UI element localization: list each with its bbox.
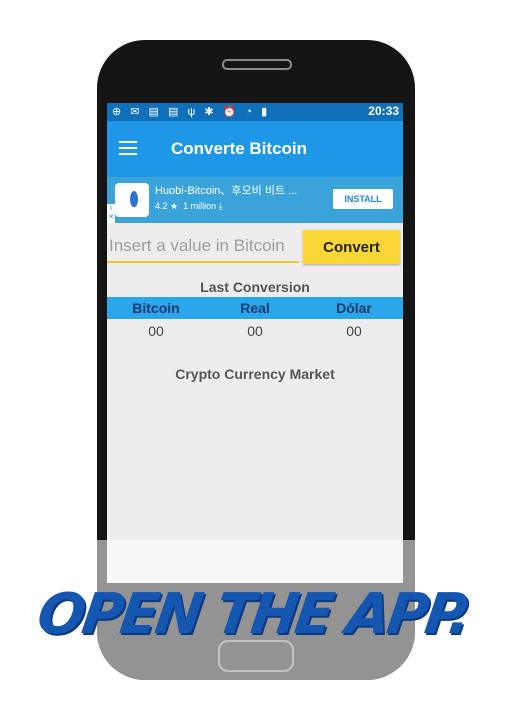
market-title: Crypto Currency Market bbox=[175, 366, 335, 382]
app-screen: ⊕ ✉ ▤ ▤ ψ ✱ ⏰ ◔ ▮ 20:33 Converte Bitcoin… bbox=[107, 103, 403, 583]
status-bar: ⊕ ✉ ▤ ▤ ψ ✱ ⏰ ◔ ▮ 20:33 bbox=[107, 103, 403, 121]
header-real: Real bbox=[240, 300, 270, 316]
phone-speaker bbox=[222, 59, 292, 70]
open-app-banner: OPEN THE APP. bbox=[33, 582, 472, 647]
convert-button[interactable]: Convert bbox=[303, 230, 400, 264]
install-button[interactable]: INSTALL bbox=[333, 189, 393, 209]
ad-downloads: 1 million bbox=[183, 201, 217, 211]
last-conversion-title: Last Conversion bbox=[200, 279, 310, 295]
header-bitcoin: Bitcoin bbox=[132, 300, 180, 316]
conversion-table-header: Bitcoin Real Dólar bbox=[107, 297, 403, 319]
huobi-logo-icon bbox=[115, 183, 149, 217]
value-bitcoin: 00 bbox=[148, 323, 164, 339]
status-time: 20:33 bbox=[368, 104, 399, 118]
value-real: 00 bbox=[247, 323, 263, 339]
app-bar: Converte Bitcoin bbox=[107, 121, 403, 177]
download-icon: ⤓ bbox=[218, 201, 223, 211]
hamburger-menu-icon[interactable] bbox=[119, 141, 137, 155]
status-icons: ⊕ ✉ ▤ ▤ ψ ✱ ⏰ ◔ ▮ bbox=[112, 106, 271, 118]
app-title: Converte Bitcoin bbox=[171, 139, 308, 158]
ad-banner[interactable]: i ✕ Huobi-Bitcoin、후오비 비트 ... 4.2 ★ 1 mill… bbox=[107, 177, 403, 223]
ad-info-icon[interactable]: i ✕ bbox=[107, 204, 115, 223]
value-dolar: 00 bbox=[346, 323, 362, 339]
ad-meta: 4.2 ★ 1 million ⤓ bbox=[155, 201, 223, 212]
ad-title: Huobi-Bitcoin、후오비 비트 ... bbox=[155, 185, 298, 197]
bitcoin-value-input[interactable] bbox=[107, 231, 299, 263]
table-row: 00 00 00 bbox=[107, 323, 403, 343]
converter-row: Convert bbox=[107, 227, 403, 267]
ad-rating: 4.2 bbox=[155, 201, 168, 211]
star-icon: ★ bbox=[170, 201, 179, 211]
header-dolar: Dólar bbox=[336, 300, 372, 316]
